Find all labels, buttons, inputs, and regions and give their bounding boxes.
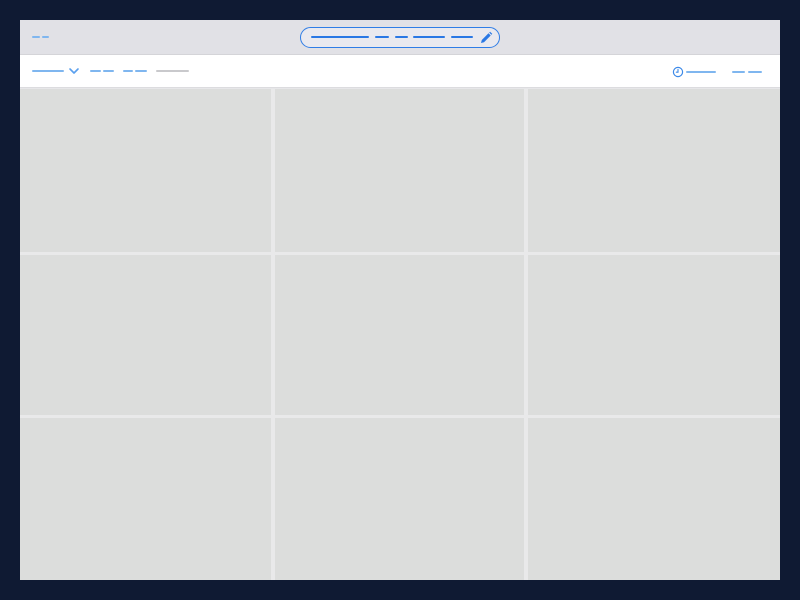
- grid-tile[interactable]: [20, 89, 271, 252]
- toolbar-label-placeholder: [103, 70, 114, 72]
- tile-grid: [20, 89, 780, 580]
- title-text-placeholder: [375, 36, 389, 38]
- toolbar-label-placeholder: [123, 70, 133, 72]
- grid-tile[interactable]: [20, 255, 271, 415]
- menu-button[interactable]: [30, 32, 52, 42]
- time-range-button[interactable]: [684, 65, 718, 77]
- toolbar-item-2[interactable]: [120, 65, 150, 77]
- title-bar: [20, 20, 780, 55]
- toolbar-label-placeholder: [748, 71, 762, 73]
- time-label-placeholder: [686, 71, 716, 73]
- title-text-placeholder: [451, 36, 473, 38]
- chevron-down-icon[interactable]: [68, 66, 80, 76]
- grid-tile[interactable]: [528, 418, 780, 580]
- grid-tile[interactable]: [275, 255, 524, 415]
- toolbar-item-disabled: [154, 65, 192, 77]
- grid-tile[interactable]: [528, 255, 780, 415]
- title-text-placeholder: [413, 36, 445, 38]
- title-text-placeholder: [311, 36, 369, 38]
- menu-dashes-icon: [32, 36, 40, 38]
- title-text-placeholder: [395, 36, 408, 38]
- grid-tile[interactable]: [528, 89, 780, 252]
- toolbar-item-right[interactable]: [730, 65, 764, 77]
- toolbar-label-placeholder: [90, 70, 101, 72]
- title-pill[interactable]: [300, 27, 500, 48]
- menu-dashes-icon: [42, 36, 49, 38]
- toolbar: [20, 55, 780, 88]
- toolbar-label-placeholder: [732, 71, 745, 73]
- app-window: [20, 20, 780, 580]
- toolbar-label-placeholder: [156, 70, 189, 72]
- pencil-icon[interactable]: [479, 31, 493, 45]
- grid-tile[interactable]: [20, 418, 271, 580]
- grid-tile[interactable]: [275, 89, 524, 252]
- clock-icon[interactable]: [672, 66, 684, 78]
- dropdown-label-placeholder: [32, 70, 64, 72]
- toolbar-item-1[interactable]: [88, 65, 116, 77]
- grid-tile[interactable]: [275, 418, 524, 580]
- toolbar-label-placeholder: [135, 70, 147, 72]
